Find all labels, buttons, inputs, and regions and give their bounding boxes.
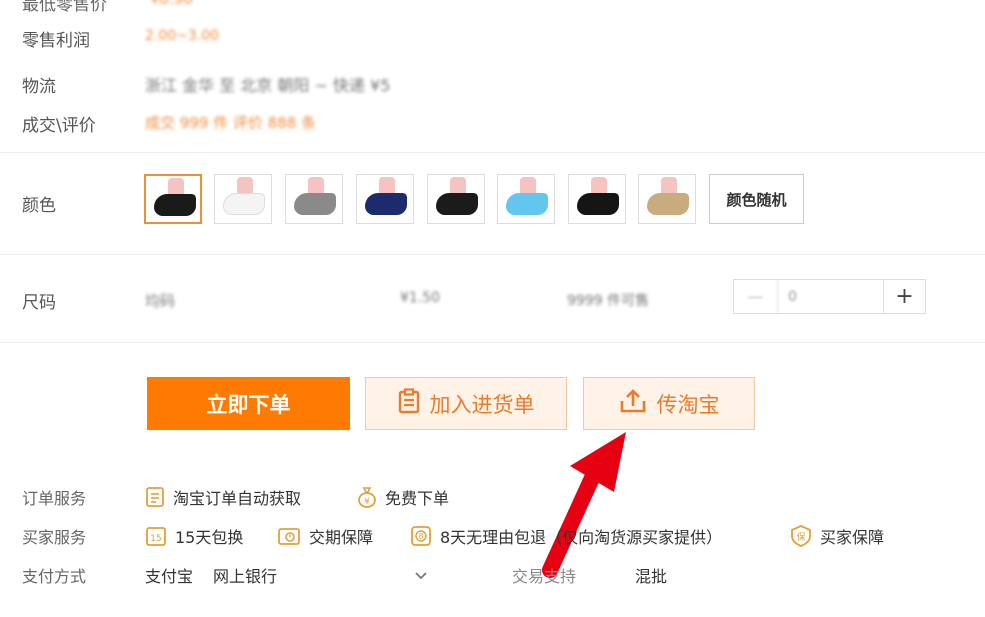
divider [0,152,985,153]
sock-image [154,194,196,216]
size-name: 均码 [145,292,176,310]
color-swatch-gray[interactable] [285,174,343,224]
calendar-15-icon: 15 [145,525,167,547]
order-now-label: 立即下单 [206,392,291,417]
divider [0,254,985,255]
logistics-value: 浙江 金华 至 北京 朝阳 ~ 快递 ¥5 [145,76,391,95]
service-auto-fetch-label: 淘宝订单自动获取 [173,489,302,508]
sock-image [436,193,478,215]
deals-reviews-label: 成交\评价 [22,116,96,136]
service-delivery-guarantee: 交期保障 [277,524,373,548]
color-swatch-khaki[interactable] [638,174,696,224]
service-15-day-exchange: 15 15天包换 [145,524,243,548]
svg-text:15: 15 [150,534,161,544]
service-8-day-return-label: 8天无理由包退（仅向淘货源买家提供） [440,528,723,547]
payment-online-bank: 网上银行 [213,567,278,586]
svg-text:保: 保 [796,531,805,543]
decrement-button[interactable]: — [734,280,778,313]
quantity-input[interactable]: 0 [778,280,883,313]
document-icon [145,486,165,508]
size-label: 尺码 [22,293,56,313]
service-free-order-label: 免费下单 [385,489,450,508]
order-now-button[interactable]: 立即下单 [147,377,350,430]
color-swatch-black[interactable] [144,174,202,224]
color-swatch-white[interactable] [214,174,272,224]
min-retail-price-label: 最低零售价 [22,0,107,15]
shield-icon: 保 [790,525,812,547]
sock-image [647,193,689,215]
delivery-icon [277,525,301,547]
service-free-order: ¥ 免费下单 [357,485,449,509]
upload-icon [619,388,657,419]
color-swatch-navy[interactable] [356,174,414,224]
order-service-label: 订单服务 [22,489,87,508]
money-bag-icon: ¥ [357,486,377,508]
upload-to-taobao-label: 传淘宝 [656,392,720,417]
service-auto-fetch: 淘宝订单自动获取 [145,485,301,509]
service-15-day-exchange-label: 15天包换 [175,528,244,547]
service-delivery-guarantee-label: 交期保障 [309,528,374,547]
trade-support-value: 混批 [635,567,668,586]
svg-text:8: 8 [418,532,423,541]
divider [0,342,985,343]
retail-profit-label: 零售利润 [22,31,90,51]
return-8-icon: 8 [410,525,432,547]
quantity-stepper[interactable]: — 0 + [733,279,926,314]
payment-alipay: 支付宝 [145,567,194,586]
svg-text:¥: ¥ [364,497,370,507]
deals-value[interactable]: 成交 999 件 评价 888 条 [145,112,316,133]
add-to-purchase-list-button[interactable]: 加入进货单 [365,377,567,430]
buyer-service-label: 买家服务 [22,528,87,547]
sock-image [577,193,619,215]
service-8-day-return: 8 8天无理由包退（仅向淘货源买家提供） [410,524,722,548]
color-label: 颜色 [22,196,56,216]
sock-image [223,193,265,215]
min-retail-price-value: ¥0.90 [150,0,193,8]
logistics-label: 物流 [22,77,56,97]
color-random-option[interactable]: 颜色随机 [709,174,804,224]
color-swatch-light-blue[interactable] [497,174,555,224]
service-buyer-protection-label: 买家保障 [820,528,885,547]
service-buyer-protection: 保 买家保障 [790,524,884,548]
sock-image [506,193,548,215]
color-swatch-black-3[interactable] [568,174,626,224]
payment-method-label: 支付方式 [22,567,87,586]
increment-button[interactable]: + [883,280,925,313]
clipboard-icon [398,388,430,419]
sock-image [294,193,336,215]
red-arrow-annotation [542,432,626,578]
size-stock: 9999 件可售 [567,293,650,309]
size-price: ¥1.50 [400,290,441,306]
sock-image [365,193,407,215]
upload-to-taobao-button[interactable]: 传淘宝 [583,377,755,430]
trade-support-label: 交易支持 [512,567,577,586]
color-swatch-black-2[interactable] [427,174,485,224]
add-to-purchase-list-label: 加入进货单 [429,392,535,417]
retail-profit-value: 2.00~3.00 [145,28,220,44]
chevron-down-icon[interactable] [414,566,428,585]
